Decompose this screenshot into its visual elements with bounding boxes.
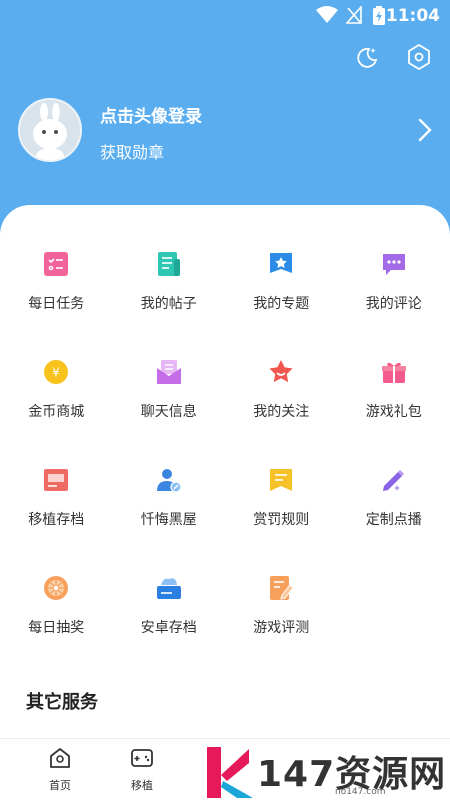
menu-item-my-posts[interactable]: 我的帖子: [113, 249, 226, 357]
wifi-icon: [316, 6, 338, 28]
my-topics-icon: [266, 249, 296, 279]
menu-item-my-comments[interactable]: 我的评论: [338, 249, 450, 357]
menu-item-label: 安卓存档: [140, 620, 197, 636]
no-signal-icon: [345, 4, 362, 28]
menu-panel: 每日任务 我的帖子 我的专题 我的评论 ¥ 金币商城 聊天信息 我的关注 游戏礼…: [0, 205, 450, 800]
svg-text:¥: ¥: [52, 366, 60, 380]
port-save-icon: [41, 465, 71, 495]
avatar[interactable]: [18, 98, 82, 162]
menu-item-label: 定制点播: [365, 512, 422, 528]
my-posts-icon: [154, 249, 184, 279]
tab-label: 首页: [49, 779, 71, 792]
menu-item-confession-room[interactable]: 忏悔黑屋: [113, 465, 226, 573]
rules-icon: [266, 465, 296, 495]
menu-item-custom-request[interactable]: 定制点播: [338, 465, 450, 573]
confession-room-icon: [154, 465, 184, 495]
tab-label: 移植: [131, 779, 153, 792]
menu-item-label: 每日任务: [28, 296, 85, 312]
menu-item-label: 移植存档: [28, 512, 85, 528]
menu-grid: 每日任务 我的帖子 我的专题 我的评论 ¥ 金币商城 聊天信息 我的关注 游戏礼…: [0, 249, 450, 681]
menu-item-label: 金币商城: [28, 404, 85, 420]
menu-item-label: 聊天信息: [140, 404, 197, 420]
tab-home[interactable]: 首页: [30, 747, 90, 793]
my-comments-icon: [379, 249, 409, 279]
menu-item-game-gift[interactable]: 游戏礼包: [338, 357, 450, 465]
watermark: 147资源网 no147.com: [195, 745, 450, 800]
daily-task-icon: [41, 249, 71, 279]
battery-charging-icon: [372, 6, 386, 30]
coin-mall-icon: ¥: [41, 357, 71, 387]
game-review-icon: [266, 573, 296, 603]
menu-item-label: 游戏评测: [253, 620, 310, 636]
tab-port[interactable]: 移植: [112, 747, 172, 793]
android-save-icon: [154, 573, 184, 603]
menu-item-label: 我的帖子: [140, 296, 197, 312]
menu-item-daily-task[interactable]: 每日任务: [0, 249, 113, 357]
game-gift-icon: [379, 357, 409, 387]
menu-item-port-save[interactable]: 移植存档: [0, 465, 113, 573]
status-time: 11:04: [385, 6, 440, 26]
settings-hexagon-icon[interactable]: [406, 44, 432, 70]
menu-item-label: 我的评论: [365, 296, 422, 312]
my-follows-icon: [266, 357, 296, 387]
menu-item-label: 忏悔黑屋: [140, 512, 197, 528]
menu-item-rules[interactable]: 赏罚规则: [225, 465, 338, 573]
profile-login-row[interactable]: 点击头像登录 获取勋章: [18, 98, 432, 162]
menu-item-label: 我的关注: [253, 404, 310, 420]
menu-item-coin-mall[interactable]: ¥ 金币商城: [0, 357, 113, 465]
menu-item-label: 每日抽奖: [28, 620, 85, 636]
status-bar: 11:04: [0, 0, 450, 32]
menu-item-label: 游戏礼包: [365, 404, 422, 420]
watermark-url: no147.com: [335, 787, 386, 797]
menu-item-android-save[interactable]: 安卓存档: [113, 573, 226, 681]
home-icon: [49, 747, 71, 773]
menu-item-label: 赏罚规则: [253, 512, 310, 528]
moon-stars-icon[interactable]: [354, 44, 380, 70]
chevron-right-icon[interactable]: [418, 118, 432, 146]
header-actions: [354, 44, 432, 70]
menu-item-my-follows[interactable]: 我的关注: [225, 357, 338, 465]
custom-request-icon: [379, 465, 409, 495]
login-text: 点击头像登录 获取勋章: [100, 102, 202, 163]
menu-item-my-topics[interactable]: 我的专题: [225, 249, 338, 357]
menu-item-chat-message[interactable]: 聊天信息: [113, 357, 226, 465]
login-subtitle: 获取勋章: [100, 143, 165, 162]
chat-message-icon: [154, 357, 184, 387]
login-title: 点击头像登录: [100, 107, 202, 127]
daily-lottery-icon: [41, 573, 71, 603]
menu-item-daily-lottery[interactable]: 每日抽奖: [0, 573, 113, 681]
watermark-logo: [201, 745, 257, 800]
section-title-other-services: 其它服务: [26, 692, 98, 713]
menu-item-label: 我的专题: [253, 296, 310, 312]
menu-item-game-review[interactable]: 游戏评测: [225, 573, 338, 681]
gamepad-icon: [130, 747, 154, 773]
